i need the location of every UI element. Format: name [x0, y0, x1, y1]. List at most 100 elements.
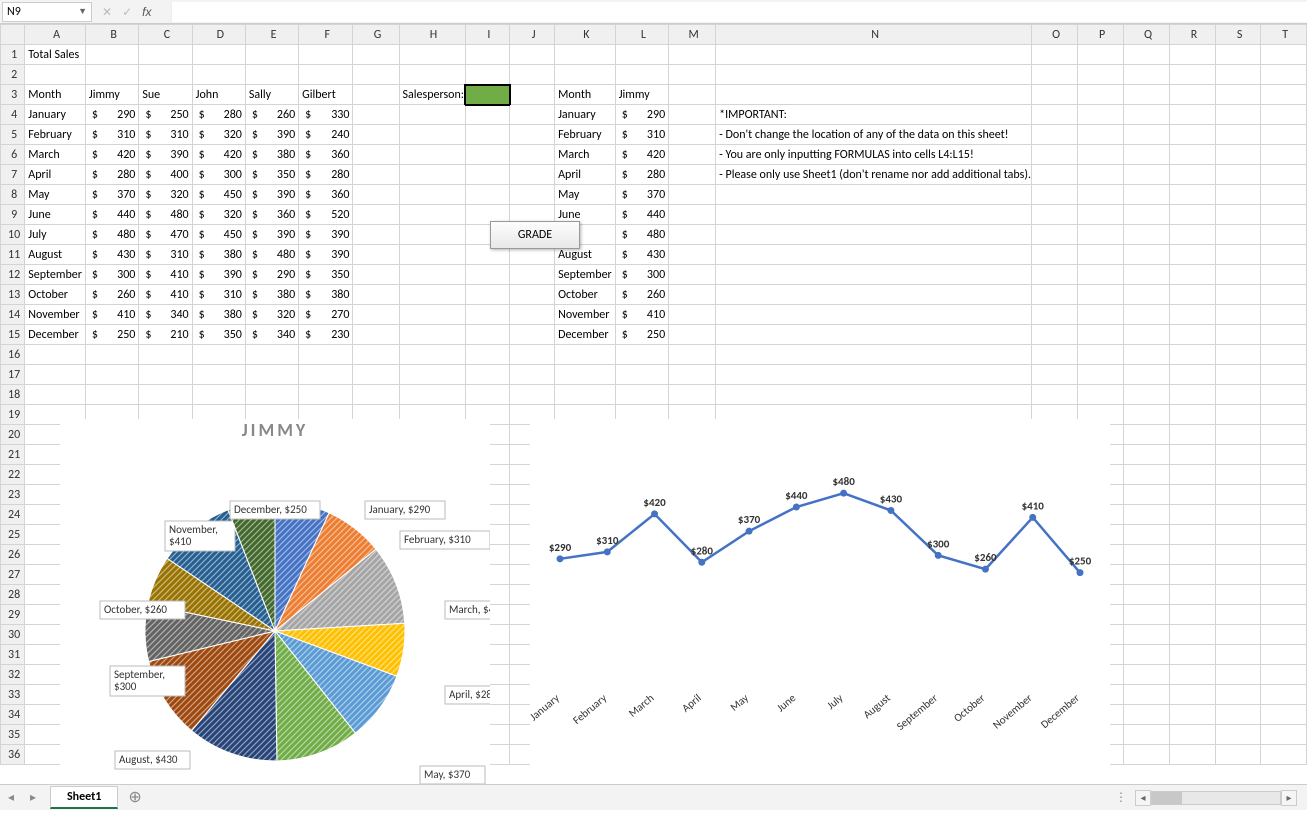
cell-T4[interactable] [1261, 105, 1307, 125]
cell-B1[interactable] [85, 45, 138, 65]
cell-N4[interactable]: *IMPORTANT: [716, 105, 1032, 125]
cell-F14[interactable]: $270 [299, 305, 353, 325]
fx-icon[interactable]: fx [142, 5, 157, 19]
row-header-32[interactable]: 32 [1, 665, 25, 685]
cell-O14[interactable] [1032, 305, 1078, 325]
cell-P11[interactable] [1078, 245, 1124, 265]
cell-P5[interactable] [1078, 125, 1124, 145]
cell-E6[interactable]: $380 [245, 145, 298, 165]
cell-R18[interactable] [1170, 385, 1216, 405]
cell-H14[interactable] [399, 305, 465, 325]
cell-H5[interactable] [399, 125, 465, 145]
cell-C14[interactable]: $340 [139, 305, 192, 325]
cell-Q31[interactable] [1123, 645, 1169, 665]
cell-M1[interactable] [669, 45, 716, 65]
cell-G3[interactable] [353, 85, 399, 105]
cell-Q17[interactable] [1123, 365, 1169, 385]
cell-R27[interactable] [1170, 565, 1216, 585]
cell-R36[interactable] [1170, 745, 1216, 765]
cell-L5[interactable]: $310 [615, 125, 668, 145]
cell-R19[interactable] [1170, 405, 1216, 425]
cell-G17[interactable] [353, 365, 399, 385]
cancel-icon[interactable]: ✕ [102, 5, 112, 19]
cell-Q2[interactable] [1123, 65, 1169, 85]
cell-G1[interactable] [353, 45, 399, 65]
cell-Q6[interactable] [1123, 145, 1169, 165]
cell-P3[interactable] [1078, 85, 1124, 105]
cell-O11[interactable] [1032, 245, 1078, 265]
cell-Q19[interactable] [1123, 405, 1169, 425]
cell-I2[interactable] [465, 65, 510, 85]
cell-Q15[interactable] [1123, 325, 1169, 345]
row-header-21[interactable]: 21 [1, 445, 25, 465]
cell-L15[interactable]: $250 [615, 325, 668, 345]
cell-S1[interactable] [1215, 45, 1260, 65]
cell-K2[interactable] [555, 65, 616, 85]
col-header-D[interactable]: D [192, 25, 245, 45]
col-header-H[interactable]: H [399, 25, 465, 45]
cell-T14[interactable] [1261, 305, 1307, 325]
cell-F9[interactable]: $520 [299, 205, 353, 225]
cell-D8[interactable]: $450 [192, 185, 245, 205]
cell-B3[interactable]: Jimmy [85, 85, 138, 105]
cell-C3[interactable]: Sue [139, 85, 192, 105]
cell-C16[interactable] [139, 345, 192, 365]
cell-R30[interactable] [1170, 625, 1216, 645]
cell-A11[interactable]: August [25, 245, 86, 265]
cell-C10[interactable]: $470 [139, 225, 192, 245]
row-header-3[interactable]: 3 [1, 85, 25, 105]
cell-I5[interactable] [465, 125, 510, 145]
cell-S22[interactable] [1215, 465, 1260, 485]
cell-E16[interactable] [245, 345, 298, 365]
cell-F16[interactable] [299, 345, 353, 365]
col-header-S[interactable]: S [1215, 25, 1260, 45]
cell-R21[interactable] [1170, 445, 1216, 465]
cell-B16[interactable] [85, 345, 138, 365]
cell-D14[interactable]: $380 [192, 305, 245, 325]
cell-R14[interactable] [1170, 305, 1216, 325]
cell-B7[interactable]: $280 [85, 165, 138, 185]
cell-K4[interactable]: January [555, 105, 616, 125]
cell-S17[interactable] [1215, 365, 1260, 385]
cell-A2[interactable] [25, 65, 86, 85]
cell-Q32[interactable] [1123, 665, 1169, 685]
cell-H18[interactable] [399, 385, 465, 405]
cell-N1[interactable] [716, 45, 1032, 65]
cell-C11[interactable]: $310 [139, 245, 192, 265]
scroll-track[interactable] [1151, 791, 1281, 805]
col-header-K[interactable]: K [555, 25, 616, 45]
cell-T27[interactable] [1261, 565, 1307, 585]
cell-S3[interactable] [1215, 85, 1260, 105]
cell-Q33[interactable] [1123, 685, 1169, 705]
cell-R25[interactable] [1170, 525, 1216, 545]
cell-Q36[interactable] [1123, 745, 1169, 765]
cell-T28[interactable] [1261, 585, 1307, 605]
row-header-35[interactable]: 35 [1, 725, 25, 745]
cell-Q21[interactable] [1123, 445, 1169, 465]
cell-T3[interactable] [1261, 85, 1307, 105]
cell-J15[interactable] [510, 325, 555, 345]
cell-P2[interactable] [1078, 65, 1124, 85]
cell-F8[interactable]: $360 [299, 185, 353, 205]
cell-M2[interactable] [669, 65, 716, 85]
cell-R4[interactable] [1170, 105, 1216, 125]
cell-P18[interactable] [1078, 385, 1124, 405]
cell-T32[interactable] [1261, 665, 1307, 685]
cell-T17[interactable] [1261, 365, 1307, 385]
cell-O12[interactable] [1032, 265, 1078, 285]
cell-I7[interactable] [465, 165, 510, 185]
cell-K17[interactable] [555, 365, 616, 385]
row-header-36[interactable]: 36 [1, 745, 25, 765]
cell-M9[interactable] [669, 205, 716, 225]
row-header-16[interactable]: 16 [1, 345, 25, 365]
cell-S18[interactable] [1215, 385, 1260, 405]
cell-S2[interactable] [1215, 65, 1260, 85]
cell-K6[interactable]: March [555, 145, 616, 165]
cell-S6[interactable] [1215, 145, 1260, 165]
cell-F4[interactable]: $330 [299, 105, 353, 125]
cell-S4[interactable] [1215, 105, 1260, 125]
cell-M13[interactable] [669, 285, 716, 305]
cell-D10[interactable]: $450 [192, 225, 245, 245]
cell-T22[interactable] [1261, 465, 1307, 485]
cell-R7[interactable] [1170, 165, 1216, 185]
